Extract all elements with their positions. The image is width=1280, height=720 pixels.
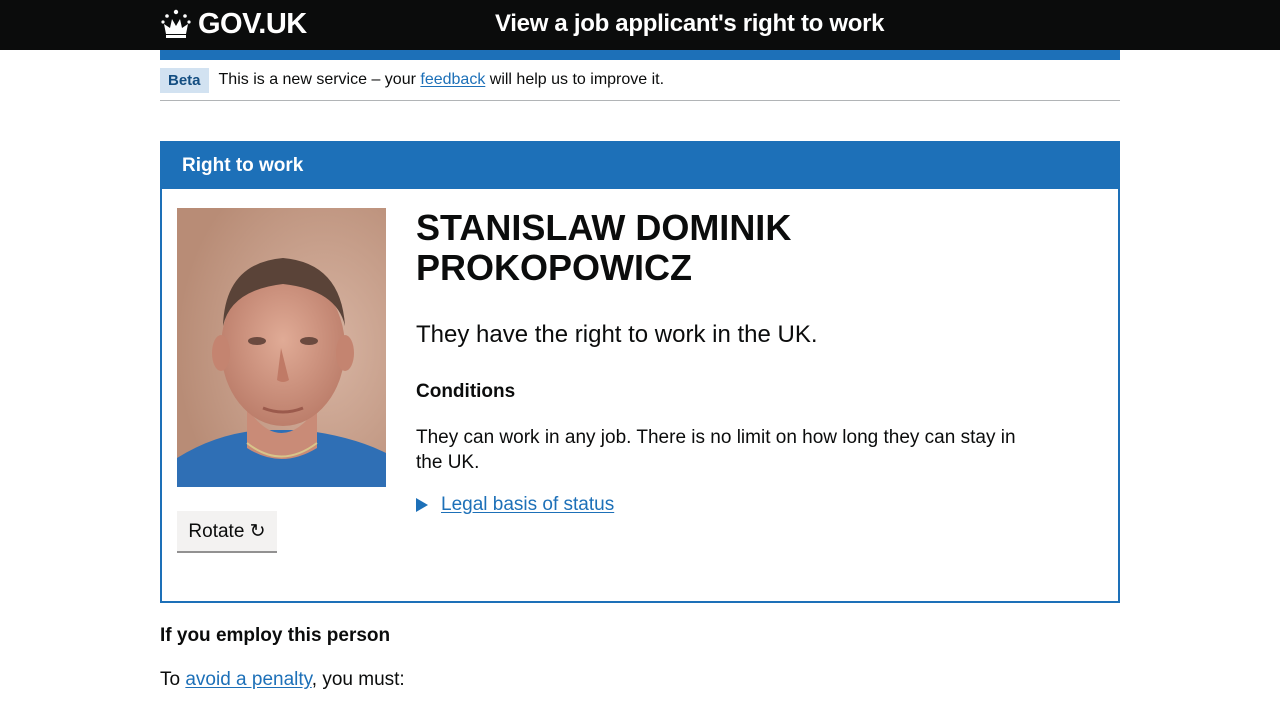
avoid-penalty-link[interactable]: avoid a penalty	[185, 669, 311, 690]
beta-tag: Beta	[160, 68, 209, 93]
phase-text-before: This is a new service – your	[218, 71, 416, 88]
penalty-paragraph: To avoid a penalty, you must:	[160, 669, 405, 691]
conditions-heading: Conditions	[416, 381, 516, 402]
penalty-text-after: , you must:	[311, 669, 405, 690]
applicant-name: STANISLAW DOMINIK PROKOPOWICZ	[416, 207, 792, 288]
triangle-right-icon	[416, 498, 428, 512]
panel-heading: Right to work	[162, 143, 1118, 189]
right-to-work-panel: Right to work Rotate ↻ STANISLAW DOMINIK…	[160, 141, 1120, 603]
logo-text: GOV.UK	[198, 7, 307, 40]
employ-heading: If you employ this person	[160, 625, 391, 646]
applicant-portrait	[177, 208, 386, 487]
feedback-link[interactable]: feedback	[420, 71, 485, 88]
rotate-button[interactable]: Rotate ↻	[177, 511, 277, 551]
phase-banner-text: This is a new service – your feedback wi…	[219, 68, 665, 92]
govuk-logo-link[interactable]: GOV.UK	[160, 6, 307, 42]
penalty-text-before: To	[160, 669, 181, 690]
legal-basis-details[interactable]: Legal basis of status	[416, 494, 614, 516]
page-header: GOV.UK View a job applicant's right to w…	[0, 0, 1280, 50]
service-name-link[interactable]: View a job applicant's right to work	[495, 10, 885, 38]
phase-text-after: will help us to improve it.	[489, 71, 665, 88]
legal-basis-summary-link[interactable]: Legal basis of status	[441, 494, 614, 516]
header-blue-bar	[160, 50, 1120, 60]
applicant-photo	[177, 208, 386, 487]
conditions-text: They can work in any job. There is no li…	[416, 427, 1016, 473]
right-to-work-status: They have the right to work in the UK.	[416, 321, 818, 348]
crown-icon	[161, 9, 191, 38]
phase-banner: Beta This is a new service – your feedba…	[160, 68, 1120, 101]
